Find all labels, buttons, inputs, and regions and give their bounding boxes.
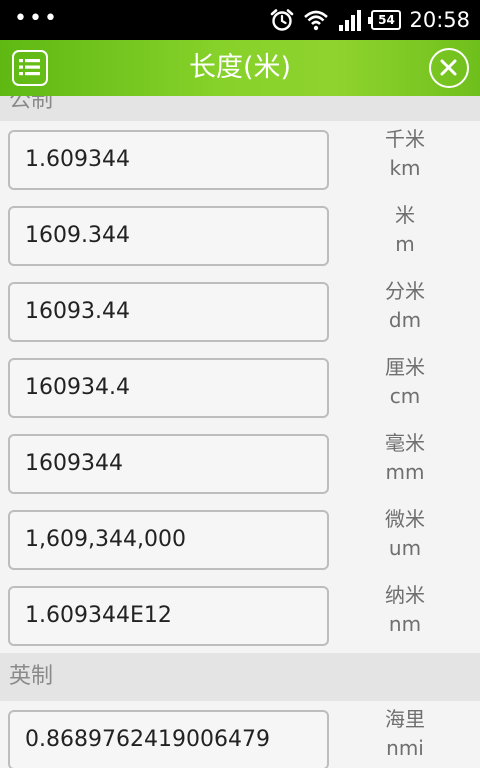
unit-label-nmi: 海里 nmi: [330, 705, 480, 763]
unit-name: 厘米: [385, 355, 425, 379]
value-input-m[interactable]: 1609.344: [8, 206, 329, 266]
alarm-icon: [271, 9, 294, 31]
unit-name: 分米: [385, 279, 425, 303]
page-title: 长度(米): [188, 52, 292, 83]
status-bar: ••• 54 20:58: [0, 0, 480, 40]
battery-icon: 54: [368, 10, 402, 30]
unit-abbr: mm: [385, 460, 425, 484]
status-icons: 54 20:58: [269, 0, 470, 40]
unit-label-m: 米 m: [330, 201, 480, 259]
unit-name: 米: [395, 203, 415, 227]
unit-abbr: km: [389, 156, 421, 180]
unit-row-mm: 1609344 毫米 mm: [0, 425, 480, 501]
value-input-dm[interactable]: 16093.44: [8, 282, 329, 342]
unit-row-dm: 16093.44 分米 dm: [0, 273, 480, 349]
value-input-nm[interactable]: 1.609344E12: [8, 586, 329, 646]
unit-row-cm: 160934.4 厘米 cm: [0, 349, 480, 425]
unit-abbr: dm: [388, 308, 422, 332]
converter-list[interactable]: 公制 1.609344 千米 km 1609.344 米 m 16093.44 …: [0, 96, 480, 768]
unit-name: 千米: [385, 127, 425, 151]
unit-row-m: 1609.344 米 m: [0, 197, 480, 273]
app-header: 长度(米): [0, 40, 480, 96]
unit-abbr: um: [388, 536, 422, 560]
unit-name: 纳米: [385, 583, 425, 607]
signal-icon: [339, 10, 362, 31]
unit-label-mm: 毫米 mm: [330, 429, 480, 487]
wifi-icon: [304, 10, 329, 31]
unit-name: 微米: [385, 507, 425, 531]
unit-abbr: nm: [388, 612, 422, 636]
unit-row-nmi: 0.8689762419006479 海里 nmi: [0, 701, 480, 768]
close-button[interactable]: [429, 48, 469, 88]
value-input-cm[interactable]: 160934.4: [8, 358, 329, 418]
value-input-nmi[interactable]: 0.8689762419006479: [8, 710, 329, 768]
unit-row-um: 1,609,344,000 微米 um: [0, 501, 480, 577]
section-header-metric: 公制: [0, 96, 480, 121]
unit-label-km: 千米 km: [330, 125, 480, 183]
unit-name: 海里: [385, 707, 425, 731]
unit-label-um: 微米 um: [330, 505, 480, 563]
unit-row-nm: 1.609344E12 纳米 nm: [0, 577, 480, 653]
overflow-dots-icon: •••: [14, 6, 59, 31]
value-input-km[interactable]: 1.609344: [8, 130, 329, 190]
section-header-imperial: 英制: [0, 653, 480, 701]
unit-label-cm: 厘米 cm: [330, 353, 480, 411]
unit-abbr: m: [395, 232, 415, 256]
unit-row-km: 1.609344 千米 km: [0, 121, 480, 197]
value-input-um[interactable]: 1,609,344,000: [8, 510, 329, 570]
unit-abbr: cm: [389, 384, 421, 408]
value-input-mm[interactable]: 1609344: [8, 434, 329, 494]
unit-abbr: nmi: [386, 736, 424, 760]
close-icon: [440, 59, 457, 76]
status-time: 20:58: [409, 8, 470, 32]
unit-name: 毫米: [385, 431, 425, 455]
unit-label-dm: 分米 dm: [330, 277, 480, 335]
unit-label-nm: 纳米 nm: [330, 581, 480, 639]
